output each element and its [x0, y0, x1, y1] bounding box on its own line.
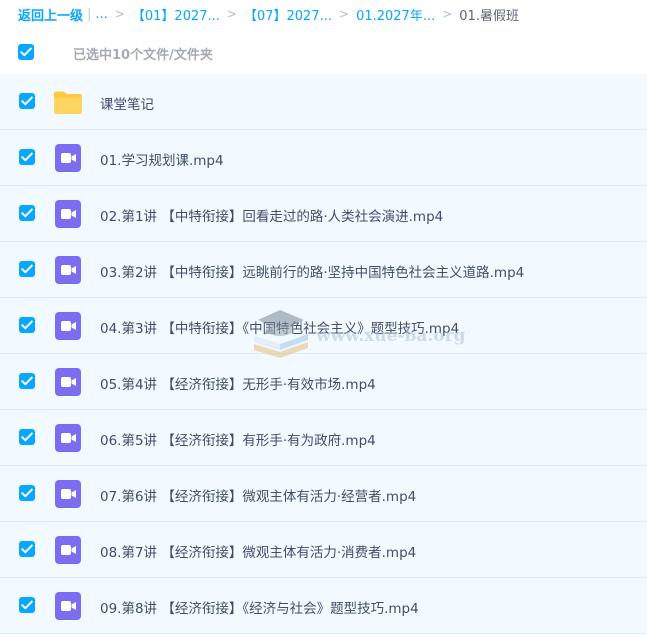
breadcrumb-separator: > — [114, 7, 125, 21]
row-checkbox[interactable] — [19, 373, 35, 389]
video-file-icon — [55, 200, 81, 228]
video-file-icon — [55, 312, 81, 340]
check-icon — [21, 376, 33, 386]
check-icon — [21, 264, 33, 274]
row-checkbox[interactable] — [19, 317, 35, 333]
check-icon — [21, 208, 33, 218]
row-checkbox[interactable] — [19, 149, 35, 165]
file-name[interactable]: 01.学习规划课.mp4 — [100, 149, 224, 169]
check-icon — [21, 96, 33, 106]
breadcrumb-current: 01.暑假班 — [459, 8, 519, 24]
list-item[interactable]: 04.第3讲 【中特衔接】《中国特色社会主义》题型技巧.mp4 — [0, 298, 647, 354]
video-file-icon — [55, 368, 81, 396]
selection-summary: 已选中10个文件/文件夹 — [73, 48, 213, 63]
row-checkbox[interactable] — [19, 93, 35, 109]
breadcrumb-item-07[interactable]: 【07】2027... — [244, 5, 332, 24]
list-item[interactable]: 01.学习规划课.mp4 — [0, 130, 647, 186]
check-icon — [21, 488, 33, 498]
back-link[interactable]: 返回上一级 — [18, 5, 83, 24]
check-icon — [21, 152, 33, 162]
video-file-icon — [55, 424, 81, 452]
video-file-icon — [55, 480, 81, 508]
list-item[interactable]: 03.第2讲 【中特衔接】远眺前行的路·坚持中国特色社会主义道路.mp4 — [0, 242, 647, 298]
breadcrumb-separator: > — [226, 7, 237, 21]
breadcrumb-ellipsis[interactable]: ... — [95, 7, 107, 22]
file-name[interactable]: 02.第1讲 【中特衔接】回看走过的路·人类社会演进.mp4 — [100, 205, 443, 225]
list-item[interactable]: 09.第8讲 【经济衔接】《经济与社会》题型技巧.mp4 — [0, 578, 647, 634]
list-item[interactable]: 07.第6讲 【经济衔接】微观主体有活力·经营者.mp4 — [0, 466, 647, 522]
list-item[interactable]: 02.第1讲 【中特衔接】回看走过的路·人类社会演进.mp4 — [0, 186, 647, 242]
list-item[interactable]: 课堂笔记 — [0, 74, 647, 130]
file-name[interactable]: 08.第7讲 【经济衔接】微观主体有活力·消费者.mp4 — [100, 541, 416, 561]
file-name[interactable]: 03.第2讲 【中特衔接】远眺前行的路·坚持中国特色社会主义道路.mp4 — [100, 261, 524, 281]
breadcrumb-item-01[interactable]: 【01】2027... — [132, 5, 220, 24]
row-checkbox[interactable] — [19, 485, 35, 501]
row-checkbox[interactable] — [19, 429, 35, 445]
check-icon — [21, 600, 33, 610]
video-file-icon — [55, 144, 81, 172]
file-name[interactable]: 09.第8讲 【经济衔接】《经济与社会》题型技巧.mp4 — [100, 597, 419, 617]
breadcrumb-separator: > — [339, 7, 350, 21]
breadcrumb: 返回上一级 | ... > 【01】2027... > 【07】2027... … — [0, 0, 647, 28]
video-file-icon — [55, 592, 81, 620]
check-icon — [20, 47, 32, 57]
file-list: 课堂笔记 01.学习规划课.mp4 02.第1讲 【中特衔接】回看走过的路·人类… — [0, 74, 647, 634]
file-name[interactable]: 06.第5讲 【经济衔接】有形手·有为政府.mp4 — [100, 429, 376, 449]
breadcrumb-separator: > — [442, 7, 453, 21]
check-icon — [21, 432, 33, 442]
folder-icon — [54, 91, 82, 114]
file-name[interactable]: 07.第6讲 【经济衔接】微观主体有活力·经营者.mp4 — [100, 485, 416, 505]
row-checkbox[interactable] — [19, 541, 35, 557]
breadcrumb-pipe: | — [87, 6, 92, 22]
video-file-icon — [55, 256, 81, 284]
select-all-checkbox[interactable] — [18, 44, 34, 60]
file-name[interactable]: 04.第3讲 【中特衔接】《中国特色社会主义》题型技巧.mp4 — [100, 317, 459, 337]
row-checkbox[interactable] — [19, 261, 35, 277]
row-checkbox[interactable] — [19, 597, 35, 613]
video-file-icon — [55, 536, 81, 564]
list-item[interactable]: 08.第7讲 【经济衔接】微观主体有活力·消费者.mp4 — [0, 522, 647, 578]
file-name[interactable]: 05.第4讲 【经济衔接】无形手·有效市场.mp4 — [100, 373, 376, 393]
list-item[interactable]: 05.第4讲 【经济衔接】无形手·有效市场.mp4 — [0, 354, 647, 410]
row-checkbox[interactable] — [19, 205, 35, 221]
check-icon — [21, 320, 33, 330]
list-item[interactable]: 06.第5讲 【经济衔接】有形手·有为政府.mp4 — [0, 410, 647, 466]
selection-bar: 已选中10个文件/文件夹 — [0, 36, 647, 70]
file-name[interactable]: 课堂笔记 — [100, 93, 154, 113]
check-icon — [21, 544, 33, 554]
breadcrumb-item-2027[interactable]: 01.2027年... — [356, 5, 435, 24]
